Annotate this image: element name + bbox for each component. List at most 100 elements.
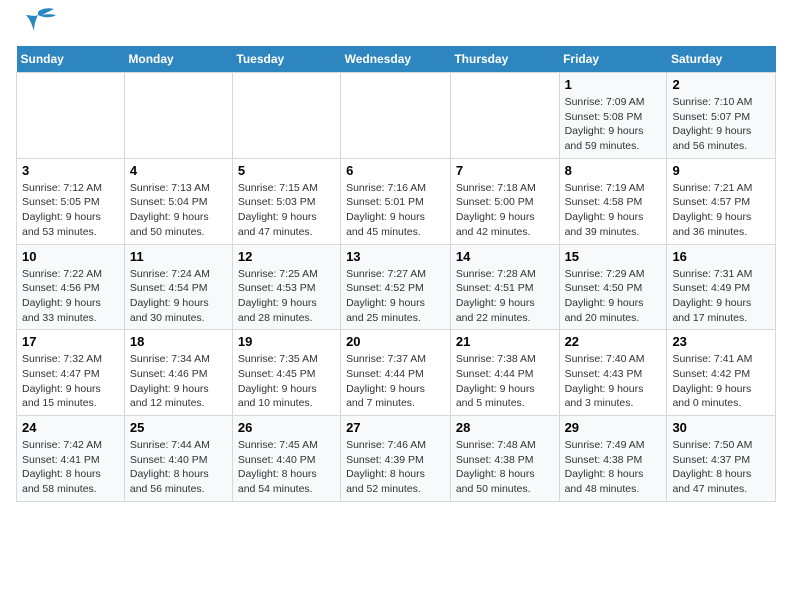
calendar-cell: 14Sunrise: 7:28 AM Sunset: 4:51 PM Dayli… xyxy=(450,244,559,330)
day-info: Sunrise: 7:25 AM Sunset: 4:53 PM Dayligh… xyxy=(238,267,335,326)
day-number: 23 xyxy=(672,334,770,349)
day-number: 27 xyxy=(346,420,445,435)
day-number: 20 xyxy=(346,334,445,349)
day-info: Sunrise: 7:38 AM Sunset: 4:44 PM Dayligh… xyxy=(456,352,554,411)
day-info: Sunrise: 7:41 AM Sunset: 4:42 PM Dayligh… xyxy=(672,352,770,411)
day-info: Sunrise: 7:34 AM Sunset: 4:46 PM Dayligh… xyxy=(130,352,227,411)
page-header xyxy=(16,16,776,38)
day-number: 10 xyxy=(22,249,119,264)
day-info: Sunrise: 7:40 AM Sunset: 4:43 PM Dayligh… xyxy=(565,352,662,411)
calendar-cell: 16 Sunrise: 7:31 AM Sunset: 4:49 PM Dayli… xyxy=(667,244,776,330)
day-number: 18 xyxy=(130,334,227,349)
calendar-cell: 12 Sunrise: 7:25 AM Sunset: 4:53 PM Dayli… xyxy=(232,244,340,330)
day-number: 24 xyxy=(22,420,119,435)
day-number: 29 xyxy=(565,420,662,435)
calendar-week-row: 10 Sunrise: 7:22 AM Sunset: 4:56 PM Dayli… xyxy=(17,244,776,330)
header-day-monday: Monday xyxy=(124,46,232,73)
day-number: 4 xyxy=(130,163,227,178)
calendar-cell: 24 Sunrise: 7:42 AM Sunset: 4:41 PM Dayli… xyxy=(17,416,125,502)
calendar-cell: 3Sunrise: 7:12 AM Sunset: 5:05 PM Daylig… xyxy=(17,158,125,244)
calendar-cell: 18 Sunrise: 7:34 AM Sunset: 4:46 PM Dayli… xyxy=(124,330,232,416)
day-info: Sunrise: 7:24 AM Sunset: 4:54 PM Dayligh… xyxy=(130,267,227,326)
day-number: 28 xyxy=(456,420,554,435)
day-number: 5 xyxy=(238,163,335,178)
calendar-cell: 7 Sunrise: 7:18 AM Sunset: 5:00 PM Daylig… xyxy=(450,158,559,244)
day-info: Sunrise: 7:50 AM Sunset: 4:37 PM Dayligh… xyxy=(672,438,770,497)
day-number: 8 xyxy=(565,163,662,178)
calendar-cell: 26 Sunrise: 7:45 AM Sunset: 4:40 PM Dayli… xyxy=(232,416,340,502)
calendar-cell: 23 Sunrise: 7:41 AM Sunset: 4:42 PM Dayli… xyxy=(667,330,776,416)
day-number: 16 xyxy=(672,249,770,264)
logo-bird-icon xyxy=(20,7,56,37)
calendar-cell: 21 Sunrise: 7:38 AM Sunset: 4:44 PM Dayli… xyxy=(450,330,559,416)
calendar-cell: 2 Sunrise: 7:10 AM Sunset: 5:07 PM Daylig… xyxy=(667,73,776,159)
day-number: 22 xyxy=(565,334,662,349)
calendar-cell: 10 Sunrise: 7:22 AM Sunset: 4:56 PM Dayli… xyxy=(17,244,125,330)
day-info: Sunrise: 7:10 AM Sunset: 5:07 PM Dayligh… xyxy=(672,95,770,154)
day-info: Sunrise: 7:48 AM Sunset: 4:38 PM Dayligh… xyxy=(456,438,554,497)
calendar-cell: 5 Sunrise: 7:15 AM Sunset: 5:03 PM Daylig… xyxy=(232,158,340,244)
calendar-cell xyxy=(17,73,125,159)
day-info: Sunrise: 7:31 AM Sunset: 4:49 PM Dayligh… xyxy=(672,267,770,326)
day-info: Sunrise: 7:37 AM Sunset: 4:44 PM Dayligh… xyxy=(346,352,445,411)
calendar-table: SundayMondayTuesdayWednesdayThursdayFrid… xyxy=(16,46,776,502)
header-day-friday: Friday xyxy=(559,46,667,73)
calendar-cell: 22 Sunrise: 7:40 AM Sunset: 4:43 PM Dayli… xyxy=(559,330,667,416)
calendar-cell: 1Sunrise: 7:09 AM Sunset: 5:08 PM Daylig… xyxy=(559,73,667,159)
header-day-saturday: Saturday xyxy=(667,46,776,73)
header-day-wednesday: Wednesday xyxy=(341,46,451,73)
calendar-header-row: SundayMondayTuesdayWednesdayThursdayFrid… xyxy=(17,46,776,73)
day-info: Sunrise: 7:16 AM Sunset: 5:01 PM Dayligh… xyxy=(346,181,445,240)
calendar-week-row: 24 Sunrise: 7:42 AM Sunset: 4:41 PM Dayli… xyxy=(17,416,776,502)
day-info: Sunrise: 7:22 AM Sunset: 4:56 PM Dayligh… xyxy=(22,267,119,326)
calendar-cell: 20 Sunrise: 7:37 AM Sunset: 4:44 PM Dayli… xyxy=(341,330,451,416)
day-info: Sunrise: 7:49 AM Sunset: 4:38 PM Dayligh… xyxy=(565,438,662,497)
calendar-cell xyxy=(124,73,232,159)
calendar-cell: 29 Sunrise: 7:49 AM Sunset: 4:38 PM Dayli… xyxy=(559,416,667,502)
calendar-cell: 19Sunrise: 7:35 AM Sunset: 4:45 PM Dayli… xyxy=(232,330,340,416)
day-info: Sunrise: 7:35 AM Sunset: 4:45 PM Dayligh… xyxy=(238,352,335,411)
day-info: Sunrise: 7:29 AM Sunset: 4:50 PM Dayligh… xyxy=(565,267,662,326)
calendar-cell: 11 Sunrise: 7:24 AM Sunset: 4:54 PM Dayli… xyxy=(124,244,232,330)
day-number: 26 xyxy=(238,420,335,435)
day-info: Sunrise: 7:42 AM Sunset: 4:41 PM Dayligh… xyxy=(22,438,119,497)
day-info: Sunrise: 7:12 AM Sunset: 5:05 PM Dayligh… xyxy=(22,181,119,240)
day-number: 21 xyxy=(456,334,554,349)
day-info: Sunrise: 7:45 AM Sunset: 4:40 PM Dayligh… xyxy=(238,438,335,497)
day-number: 1 xyxy=(565,77,662,92)
calendar-cell: 6 Sunrise: 7:16 AM Sunset: 5:01 PM Daylig… xyxy=(341,158,451,244)
day-info: Sunrise: 7:15 AM Sunset: 5:03 PM Dayligh… xyxy=(238,181,335,240)
calendar-cell: 30 Sunrise: 7:50 AM Sunset: 4:37 PM Dayli… xyxy=(667,416,776,502)
calendar-cell: 27 Sunrise: 7:46 AM Sunset: 4:39 PM Dayli… xyxy=(341,416,451,502)
day-info: Sunrise: 7:19 AM Sunset: 4:58 PM Dayligh… xyxy=(565,181,662,240)
calendar-cell: 8 Sunrise: 7:19 AM Sunset: 4:58 PM Daylig… xyxy=(559,158,667,244)
calendar-cell: 9 Sunrise: 7:21 AM Sunset: 4:57 PM Daylig… xyxy=(667,158,776,244)
day-number: 11 xyxy=(130,249,227,264)
day-info: Sunrise: 7:32 AM Sunset: 4:47 PM Dayligh… xyxy=(22,352,119,411)
calendar-cell xyxy=(341,73,451,159)
calendar-week-row: 3Sunrise: 7:12 AM Sunset: 5:05 PM Daylig… xyxy=(17,158,776,244)
calendar-cell: 13Sunrise: 7:27 AM Sunset: 4:52 PM Dayli… xyxy=(341,244,451,330)
calendar-cell: 28 Sunrise: 7:48 AM Sunset: 4:38 PM Dayli… xyxy=(450,416,559,502)
day-number: 2 xyxy=(672,77,770,92)
day-number: 14 xyxy=(456,249,554,264)
day-number: 17 xyxy=(22,334,119,349)
day-number: 12 xyxy=(238,249,335,264)
day-info: Sunrise: 7:18 AM Sunset: 5:00 PM Dayligh… xyxy=(456,181,554,240)
logo xyxy=(16,16,56,38)
day-number: 9 xyxy=(672,163,770,178)
header-day-tuesday: Tuesday xyxy=(232,46,340,73)
calendar-cell xyxy=(232,73,340,159)
day-number: 30 xyxy=(672,420,770,435)
day-info: Sunrise: 7:46 AM Sunset: 4:39 PM Dayligh… xyxy=(346,438,445,497)
day-number: 6 xyxy=(346,163,445,178)
day-info: Sunrise: 7:44 AM Sunset: 4:40 PM Dayligh… xyxy=(130,438,227,497)
day-number: 25 xyxy=(130,420,227,435)
day-number: 7 xyxy=(456,163,554,178)
calendar-cell: 25 Sunrise: 7:44 AM Sunset: 4:40 PM Dayli… xyxy=(124,416,232,502)
calendar-cell xyxy=(450,73,559,159)
day-info: Sunrise: 7:21 AM Sunset: 4:57 PM Dayligh… xyxy=(672,181,770,240)
header-day-thursday: Thursday xyxy=(450,46,559,73)
day-info: Sunrise: 7:27 AM Sunset: 4:52 PM Dayligh… xyxy=(346,267,445,326)
calendar-week-row: 1Sunrise: 7:09 AM Sunset: 5:08 PM Daylig… xyxy=(17,73,776,159)
